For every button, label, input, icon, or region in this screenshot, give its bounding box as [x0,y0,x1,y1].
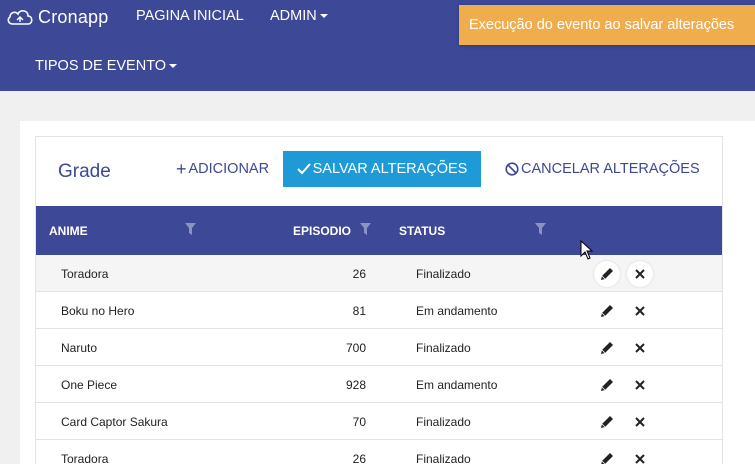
nav-tipos-de-evento-dropdown[interactable]: TIPOS DE EVENTO [35,58,178,74]
close-icon [635,343,645,353]
filter-icon[interactable] [185,223,196,235]
cancel-icon [505,162,519,176]
cancel-changes-label: CANCELAR ALTERAÇÕES [521,161,700,177]
pencil-icon [601,342,613,354]
check-icon [296,163,311,175]
cell-episodio: 26 [352,452,366,464]
mouse-cursor-icon [580,240,594,260]
table-row[interactable]: Toradora 26 Finalizado [36,255,722,292]
edit-row-button[interactable] [594,372,620,398]
delete-row-button[interactable] [627,446,653,464]
cell-anime: One Piece [61,378,118,392]
table-row[interactable]: Toradora 26 Finalizado [36,440,722,464]
edit-row-button[interactable] [594,335,620,361]
filter-icon[interactable] [535,223,546,235]
cell-anime: Naruto [61,341,98,355]
close-icon [635,380,645,390]
cell-anime: Card Captor Sakura [61,415,168,429]
delete-row-button[interactable] [627,409,653,435]
notification-toast[interactable]: Execução do evento ao salvar alterações [459,5,755,45]
cell-episodio: 928 [345,378,366,392]
nav-tipos-label: TIPOS DE EVENTO [35,58,167,74]
table-row[interactable]: Card Captor Sakura 70 Finalizado [36,403,722,440]
cancel-changes-button[interactable]: CANCELAR ALTERAÇÕES [505,161,700,177]
pencil-icon [601,268,613,280]
close-icon [635,306,645,316]
cell-anime: Boku no Hero [61,304,135,318]
cell-status: Finalizado [416,341,471,355]
edit-row-button[interactable] [594,261,620,287]
cell-episodio: 81 [352,304,366,318]
nav-pagina-inicial-label: PAGINA INICIAL [136,8,244,24]
pencil-icon [601,453,613,464]
pencil-icon [601,379,613,391]
cell-episodio: 26 [352,267,366,281]
plus-icon: + [176,159,187,179]
table-row[interactable]: One Piece 928 Em andamento [36,366,722,403]
cell-status: Finalizado [416,415,471,429]
close-icon [635,417,645,427]
nav-admin-dropdown[interactable]: ADMIN [270,8,328,24]
toast-message: Execução do evento ao salvar alterações [469,17,735,33]
save-changes-button[interactable]: SALVAR ALTERAÇÕES [283,151,481,187]
add-button[interactable]: + ADICIONAR [176,159,270,179]
caret-down-icon [319,14,328,18]
pencil-icon [601,305,613,317]
grid-header: ANIME EPISODIO STATUS [36,206,722,255]
table-row[interactable]: Boku no Hero 81 Em andamento [36,292,722,329]
column-header-status[interactable]: STATUS [399,224,445,238]
grid-body: Toradora 26 Finalizado Boku no Hero 81 E… [36,255,722,464]
nav-pagina-inicial[interactable]: PAGINA INICIAL [136,8,244,24]
close-icon [635,269,645,279]
grid-toolbar: Grade + ADICIONAR SALVAR ALTERAÇÕES CANC… [36,137,722,206]
caret-down-icon [169,64,178,68]
table-row[interactable]: Naruto 700 Finalizado [36,329,722,366]
delete-row-button[interactable] [627,261,653,287]
delete-row-button[interactable] [627,335,653,361]
cell-status: Em andamento [416,378,498,392]
column-header-anime[interactable]: ANIME [49,224,88,238]
cell-status: Em andamento [416,304,498,318]
add-button-label: ADICIONAR [188,161,270,177]
edit-row-button[interactable] [594,446,620,464]
brand-logo[interactable]: Cronapp [5,5,108,29]
edit-row-button[interactable] [594,409,620,435]
delete-row-button[interactable] [627,298,653,324]
cell-anime: Toradora [61,267,109,281]
grid-title: Grade [58,161,111,182]
cell-status: Finalizado [416,452,471,464]
cell-episodio: 700 [345,341,366,355]
edit-row-button[interactable] [594,298,620,324]
grid-panel: Grade + ADICIONAR SALVAR ALTERAÇÕES CANC… [35,136,723,464]
filter-icon[interactable] [360,223,371,235]
cell-anime: Toradora [61,452,109,464]
cloud-icon [7,10,33,25]
nav-admin-label: ADMIN [270,8,317,24]
pencil-icon [601,416,613,428]
cell-episodio: 70 [352,415,366,429]
save-changes-label: SALVAR ALTERAÇÕES [312,161,468,177]
delete-row-button[interactable] [627,372,653,398]
brand-name: Cronapp [38,6,109,27]
column-header-episodio[interactable]: EPISODIO [293,224,351,238]
close-icon [635,454,645,464]
cell-status: Finalizado [416,267,471,281]
